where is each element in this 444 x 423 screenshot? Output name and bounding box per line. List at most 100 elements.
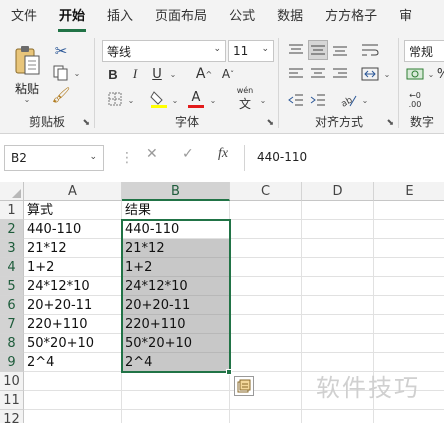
- quick-analysis-icon[interactable]: [234, 376, 254, 396]
- align-center-icon[interactable]: [308, 64, 328, 84]
- confirm-icon[interactable]: ✓: [182, 146, 194, 162]
- tab-page-layout[interactable]: 页面布局: [144, 0, 218, 34]
- bold-button[interactable]: B: [104, 64, 122, 84]
- font-size-select[interactable]: 11 ⌄: [228, 40, 274, 62]
- clipboard-launcher-icon[interactable]: ⬊: [82, 118, 90, 128]
- cell-a6[interactable]: 20+20-11: [24, 296, 122, 315]
- formula-input[interactable]: 440-110: [244, 145, 442, 171]
- copy-icon[interactable]: [50, 64, 72, 82]
- cell-b5[interactable]: 24*12*10: [122, 277, 230, 296]
- name-box[interactable]: B2 ⌄: [4, 145, 104, 171]
- insert-function-icon[interactable]: fx: [218, 146, 228, 162]
- cell-b3[interactable]: 21*12: [122, 239, 230, 258]
- wrap-text-icon[interactable]: [358, 40, 382, 60]
- fill-color-dropdown-icon[interactable]: ⌄: [170, 94, 180, 106]
- align-middle-icon[interactable]: [308, 40, 328, 60]
- tab-review[interactable]: 审: [388, 0, 423, 34]
- row-header-5[interactable]: 5: [0, 277, 24, 296]
- paste-icon[interactable]: [12, 42, 42, 80]
- cell-b11[interactable]: [122, 391, 230, 410]
- cell-a9[interactable]: 2^4: [24, 353, 122, 372]
- tab-insert[interactable]: 插入: [96, 0, 144, 34]
- row-header-11[interactable]: 11: [0, 391, 24, 410]
- borders-dropdown-icon[interactable]: ⌄: [126, 94, 136, 106]
- align-left-icon[interactable]: [286, 64, 306, 84]
- merge-dropdown-icon[interactable]: ⌄: [382, 68, 392, 80]
- phonetic-dropdown-icon[interactable]: ⌄: [258, 94, 268, 106]
- cell-b9[interactable]: 2^4: [122, 353, 230, 372]
- decrease-indent-icon[interactable]: [286, 90, 306, 110]
- cell-b1[interactable]: 结果: [122, 201, 230, 220]
- alignment-launcher-icon[interactable]: ⬊: [386, 118, 394, 128]
- row-header-1[interactable]: 1: [0, 201, 24, 220]
- cell-a4[interactable]: 1+2: [24, 258, 122, 277]
- increase-indent-icon[interactable]: [308, 90, 328, 110]
- cell-b2[interactable]: 440-110: [122, 220, 230, 239]
- cell-a5[interactable]: 24*12*10: [24, 277, 122, 296]
- column-header-e[interactable]: E: [374, 182, 444, 201]
- underline-button[interactable]: U: [148, 64, 166, 84]
- shrink-font-button[interactable]: Aˇ: [218, 64, 238, 84]
- borders-icon[interactable]: [104, 90, 126, 108]
- row-header-10[interactable]: 10: [0, 372, 24, 391]
- merge-center-icon[interactable]: [358, 64, 382, 84]
- tab-fangfang-gezi[interactable]: 方方格子: [314, 0, 388, 34]
- cancel-icon[interactable]: ✕: [146, 146, 158, 162]
- cell-a11[interactable]: [24, 391, 122, 410]
- copy-dropdown-icon[interactable]: ⌄: [72, 68, 82, 78]
- tab-file[interactable]: 文件: [0, 0, 48, 34]
- fill-color-icon[interactable]: [148, 88, 170, 110]
- cut-icon[interactable]: ✂: [52, 42, 70, 60]
- cell-b4[interactable]: 1+2: [122, 258, 230, 277]
- cell-b7[interactable]: 220+110: [122, 315, 230, 334]
- cell-a3[interactable]: 21*12: [24, 239, 122, 258]
- font-color-icon[interactable]: A: [186, 88, 206, 110]
- row-header-4[interactable]: 4: [0, 258, 24, 277]
- orientation-icon[interactable]: ab: [338, 90, 360, 110]
- cell-a8[interactable]: 50*20+10: [24, 334, 122, 353]
- format-painter-icon[interactable]: 🖌: [51, 86, 70, 104]
- cell-a2[interactable]: 440-110: [24, 220, 122, 239]
- tab-formulas[interactable]: 公式: [218, 0, 266, 34]
- row-header-9[interactable]: 9: [0, 353, 24, 372]
- grow-font-button[interactable]: A ^: [194, 64, 214, 84]
- cell-b10[interactable]: [122, 372, 230, 391]
- column-header-c[interactable]: C: [230, 182, 302, 201]
- cell-a1[interactable]: 算式: [24, 201, 122, 220]
- row-header-8[interactable]: 8: [0, 334, 24, 353]
- font-color-dropdown-icon[interactable]: ⌄: [208, 94, 218, 106]
- phonetic-guide-icon[interactable]: wén 文: [232, 86, 258, 112]
- fill-handle[interactable]: [226, 369, 232, 375]
- tab-home[interactable]: 开始: [48, 0, 96, 34]
- currency-icon[interactable]: [404, 64, 426, 84]
- font-name-select[interactable]: 等线 ⌄: [102, 40, 226, 62]
- orientation-dropdown-icon[interactable]: ⌄: [360, 94, 370, 106]
- cell-b8[interactable]: 50*20+10: [122, 334, 230, 353]
- row-header-3[interactable]: 3: [0, 239, 24, 258]
- tab-data[interactable]: 数据: [266, 0, 314, 34]
- select-all-button[interactable]: [0, 182, 24, 201]
- percent-button[interactable]: %: [436, 64, 444, 84]
- row-header-12[interactable]: 12: [0, 410, 24, 423]
- font-launcher-icon[interactable]: ⬊: [266, 118, 274, 128]
- column-header-d[interactable]: D: [302, 182, 374, 201]
- column-header-a[interactable]: A: [24, 182, 122, 201]
- cell-a12[interactable]: [24, 410, 122, 423]
- currency-dropdown-icon[interactable]: ⌄: [426, 68, 436, 80]
- align-right-icon[interactable]: [330, 64, 350, 84]
- row-header-2[interactable]: 2: [0, 220, 24, 239]
- align-bottom-icon[interactable]: [330, 40, 350, 60]
- paste-dropdown-icon[interactable]: ⌄: [22, 94, 32, 104]
- cell-a10[interactable]: [24, 372, 122, 391]
- align-top-icon[interactable]: [286, 40, 306, 60]
- column-header-b[interactable]: B: [122, 182, 230, 201]
- number-format-select[interactable]: 常规: [404, 40, 444, 62]
- italic-button[interactable]: I: [126, 64, 144, 84]
- row-header-7[interactable]: 7: [0, 315, 24, 334]
- underline-dropdown-icon[interactable]: ⌄: [168, 68, 178, 80]
- cell-b6[interactable]: 20+20-11: [122, 296, 230, 315]
- row-header-6[interactable]: 6: [0, 296, 24, 315]
- cell-a7[interactable]: 220+110: [24, 315, 122, 334]
- cell-b12[interactable]: [122, 410, 230, 423]
- increase-decimal-icon[interactable]: ←0.00: [404, 90, 426, 110]
